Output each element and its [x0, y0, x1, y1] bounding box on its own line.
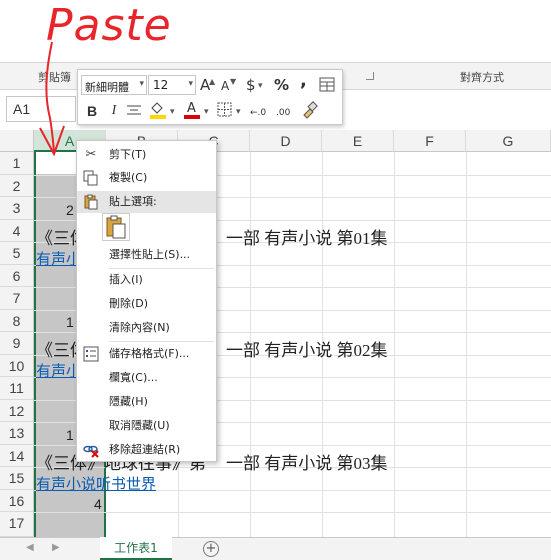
font-name-select[interactable]: 新細明體 — [81, 75, 147, 95]
copy-icon — [83, 170, 99, 186]
currency-dropdown-icon[interactable]: ▾ — [258, 76, 263, 96]
menu-item-label: 剪下(T) — [109, 148, 147, 161]
menu-item-hide[interactable]: 隱藏(H) — [77, 391, 216, 413]
row-header[interactable]: 8 — [0, 309, 34, 332]
row-header[interactable]: 11 — [0, 377, 34, 400]
menu-item-column-width[interactable]: 欄寬(C)... — [77, 367, 216, 389]
row-header[interactable]: 5 — [0, 242, 34, 265]
scissors-icon: ✂ — [85, 147, 97, 162]
comma-style-button[interactable]: , — [300, 71, 307, 91]
column-header-e[interactable]: E — [322, 130, 394, 152]
row-header[interactable]: 14 — [0, 444, 34, 467]
add-sheet-icon[interactable]: + — [203, 541, 219, 557]
dialog-launcher-icon[interactable] — [366, 72, 374, 80]
menu-item-paste-options-header: 貼上選項: — [77, 191, 216, 213]
increase-decimal-button[interactable]: ←.0 — [250, 103, 266, 123]
menu-item-clear-contents[interactable]: 清除內容(N) — [77, 317, 216, 339]
row-header[interactable]: 15 — [0, 467, 34, 490]
font-size-select[interactable]: 12 — [148, 75, 196, 95]
menu-item-label: 欄寬(C)... — [109, 371, 158, 384]
row-header[interactable]: 10 — [0, 354, 34, 377]
clipboard-group-label: 剪貼簿 — [38, 71, 71, 84]
name-box[interactable]: A1 — [6, 96, 76, 122]
row-header[interactable]: 1 — [0, 152, 34, 175]
align-center-icon[interactable] — [126, 102, 142, 120]
menu-item-paste-special[interactable]: 選擇性貼上(S)... — [77, 244, 216, 266]
mini-toolbar: 新細明體 12 A ▲ A ▼ $ ▾ % , B I ▾ A ▾ ▾ ←.0 … — [77, 69, 343, 125]
font-color-icon[interactable]: A — [182, 99, 202, 121]
cell-a10-link[interactable]: 有声小 — [36, 360, 81, 381]
cell-d9-overflow: 一部 有声小说 第02集 — [226, 341, 388, 360]
column-header-f[interactable]: F — [394, 130, 466, 152]
menu-item-insert[interactable]: 插入(I) — [77, 269, 216, 291]
sheet-nav-prev-icon[interactable]: ◀ — [26, 542, 34, 553]
alignment-group-label: 對齊方式 — [460, 71, 504, 84]
menu-item-label: 移除超連結(R) — [109, 443, 181, 456]
menu-item-unhide[interactable]: 取消隱藏(U) — [77, 415, 216, 437]
cell-a5-link[interactable]: 有声小 — [36, 248, 81, 269]
italic-button[interactable]: I — [108, 101, 120, 121]
shrink-font-button[interactable]: A — [221, 76, 229, 96]
select-all-corner[interactable] — [0, 130, 34, 152]
row-header[interactable]: 17 — [0, 512, 34, 537]
fill-color-dropdown-icon[interactable]: ▾ — [170, 102, 175, 122]
menu-item-label: 取消隱藏(U) — [109, 419, 170, 432]
fill-color-icon[interactable] — [148, 99, 168, 121]
sheet-nav-next-icon[interactable]: ▶ — [52, 542, 60, 553]
row-header[interactable]: 9 — [0, 332, 34, 355]
column-header-d[interactable]: D — [250, 130, 322, 152]
row-header[interactable]: 4 — [0, 219, 34, 242]
menu-item-label: 儲存格格式(F)... — [109, 347, 190, 360]
cell-a3[interactable]: 2 — [66, 202, 74, 218]
svg-text:A: A — [187, 101, 196, 116]
borders-dropdown-icon[interactable]: ▾ — [236, 102, 241, 122]
format-table-icon[interactable] — [318, 76, 336, 94]
currency-format-button[interactable]: $ — [246, 75, 256, 95]
grow-font-arrow-icon: ▲ — [209, 77, 216, 86]
borders-icon[interactable] — [216, 101, 234, 119]
column-header-g[interactable]: G — [466, 130, 551, 152]
menu-item-label: 刪除(D) — [109, 297, 149, 310]
sheet-tab-bar: ◀ ▶ 工作表1 + — [0, 537, 551, 560]
context-menu: ✂ 剪下(T) 複製(C) 貼上選項: 選擇性貼上(S)... 插入(I) 刪除… — [76, 140, 217, 462]
menu-item-label: 隱藏(H) — [109, 395, 148, 408]
cell-d4-overflow: 一部 有声小说 第01集 — [226, 229, 388, 248]
cell-a8[interactable]: 1 — [66, 314, 74, 330]
menu-item-copy[interactable]: 複製(C) — [77, 167, 216, 189]
row-header[interactable]: 12 — [0, 399, 34, 422]
shrink-font-arrow-icon: ▼ — [230, 77, 237, 86]
cell-a13[interactable]: 1 — [66, 427, 74, 443]
paste-option-button[interactable] — [102, 213, 130, 241]
menu-item-label: 複製(C) — [109, 171, 148, 184]
annotation-text: Paste — [46, 0, 172, 51]
font-color-dropdown-icon[interactable]: ▾ — [204, 102, 209, 122]
row-header[interactable]: 2 — [0, 174, 34, 197]
cell-a16[interactable]: 4 — [94, 496, 102, 512]
remove-link-icon — [83, 442, 99, 458]
paste-clipboard-icon — [106, 215, 126, 239]
menu-item-label: 貼上選項: — [109, 195, 157, 208]
menu-item-label: 清除內容(N) — [109, 321, 170, 334]
bold-button[interactable]: B — [86, 101, 98, 121]
menu-item-label: 插入(I) — [109, 273, 143, 286]
paste-icon — [83, 194, 99, 210]
row-header[interactable]: 3 — [0, 197, 34, 220]
cell-d14-overflow: 一部 有声小说 第03集 — [226, 454, 388, 473]
cell-a15-link[interactable]: 有声小说听书世界 — [36, 473, 156, 494]
row-header[interactable]: 7 — [0, 287, 34, 310]
menu-item-remove-hyperlinks[interactable]: 移除超連結(R) — [77, 439, 216, 461]
format-painter-icon[interactable] — [300, 101, 318, 119]
row-header[interactable]: 16 — [0, 489, 34, 512]
row-header[interactable]: 6 — [0, 264, 34, 287]
menu-item-format-cells[interactable]: 儲存格格式(F)... — [77, 343, 216, 365]
decrease-decimal-button[interactable]: .00 — [276, 103, 290, 123]
menu-item-cut[interactable]: ✂ 剪下(T) — [77, 144, 216, 166]
sheet-tab[interactable]: 工作表1 — [100, 537, 172, 560]
row-header[interactable]: 13 — [0, 422, 34, 445]
percent-style-button[interactable]: % — [274, 75, 289, 95]
menu-item-delete[interactable]: 刪除(D) — [77, 293, 216, 315]
format-cells-icon — [83, 346, 99, 362]
menu-item-label: 選擇性貼上(S)... — [109, 248, 191, 261]
